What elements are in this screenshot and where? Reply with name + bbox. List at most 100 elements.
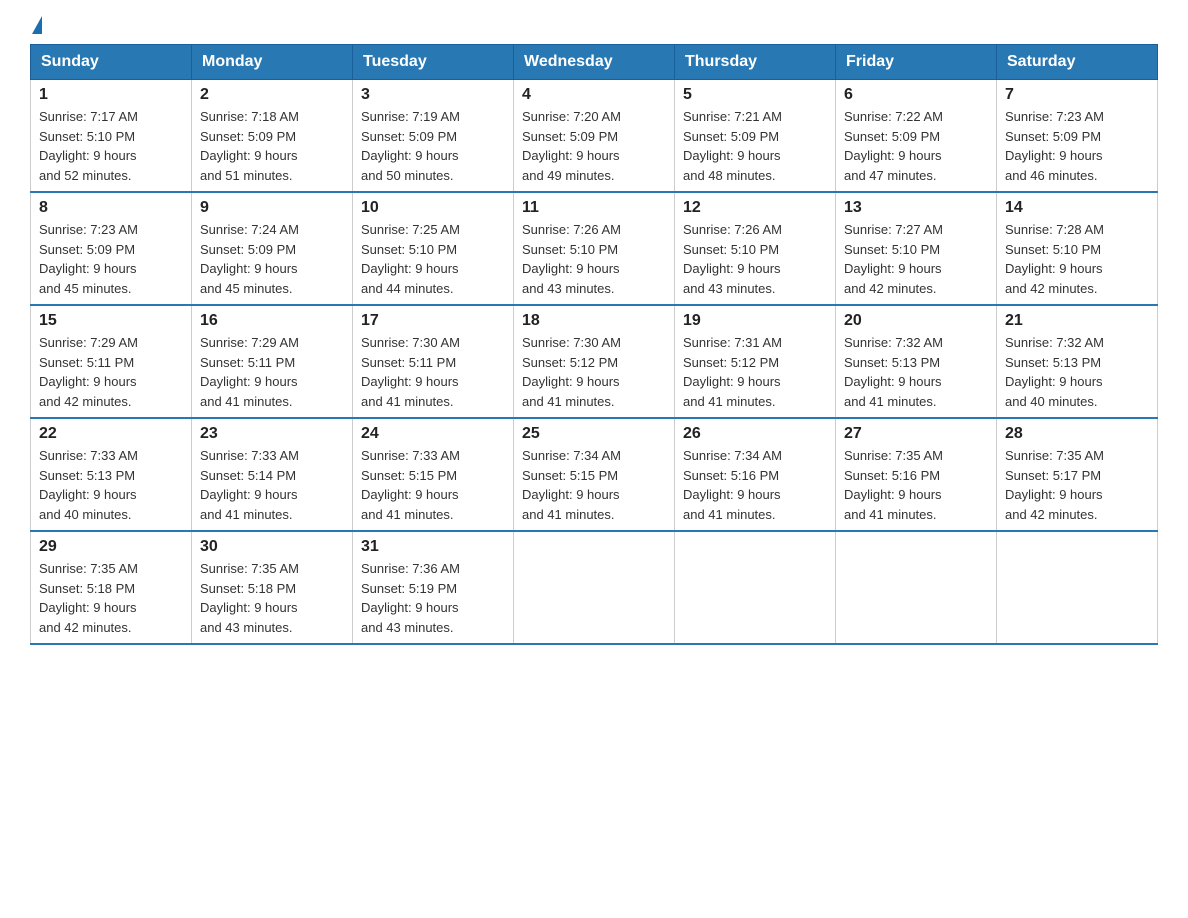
calendar-header-row: SundayMondayTuesdayWednesdayThursdayFrid…: [31, 45, 1158, 80]
calendar-cell: 2 Sunrise: 7:18 AM Sunset: 5:09 PM Dayli…: [192, 80, 353, 193]
calendar-week-row: 22 Sunrise: 7:33 AM Sunset: 5:13 PM Dayl…: [31, 418, 1158, 531]
day-number: 23: [200, 425, 344, 443]
day-info: Sunrise: 7:19 AM Sunset: 5:09 PM Dayligh…: [361, 107, 505, 185]
day-number: 6: [844, 86, 988, 104]
day-info: Sunrise: 7:21 AM Sunset: 5:09 PM Dayligh…: [683, 107, 827, 185]
day-number: 22: [39, 425, 183, 443]
day-number: 25: [522, 425, 666, 443]
day-info: Sunrise: 7:27 AM Sunset: 5:10 PM Dayligh…: [844, 220, 988, 298]
calendar-cell: 5 Sunrise: 7:21 AM Sunset: 5:09 PM Dayli…: [675, 80, 836, 193]
day-number: 17: [361, 312, 505, 330]
page-header: [30, 20, 1158, 34]
day-info: Sunrise: 7:32 AM Sunset: 5:13 PM Dayligh…: [844, 333, 988, 411]
calendar-week-row: 8 Sunrise: 7:23 AM Sunset: 5:09 PM Dayli…: [31, 192, 1158, 305]
day-number: 19: [683, 312, 827, 330]
day-info: Sunrise: 7:35 AM Sunset: 5:16 PM Dayligh…: [844, 446, 988, 524]
day-info: Sunrise: 7:34 AM Sunset: 5:15 PM Dayligh…: [522, 446, 666, 524]
calendar-cell: 7 Sunrise: 7:23 AM Sunset: 5:09 PM Dayli…: [997, 80, 1158, 193]
day-number: 20: [844, 312, 988, 330]
day-number: 3: [361, 86, 505, 104]
day-info: Sunrise: 7:35 AM Sunset: 5:18 PM Dayligh…: [39, 559, 183, 637]
calendar-cell: 15 Sunrise: 7:29 AM Sunset: 5:11 PM Dayl…: [31, 305, 192, 418]
calendar-cell: 3 Sunrise: 7:19 AM Sunset: 5:09 PM Dayli…: [353, 80, 514, 193]
day-info: Sunrise: 7:23 AM Sunset: 5:09 PM Dayligh…: [39, 220, 183, 298]
calendar-header-monday: Monday: [192, 45, 353, 80]
calendar-cell: 11 Sunrise: 7:26 AM Sunset: 5:10 PM Dayl…: [514, 192, 675, 305]
calendar-week-row: 15 Sunrise: 7:29 AM Sunset: 5:11 PM Dayl…: [31, 305, 1158, 418]
day-number: 12: [683, 199, 827, 217]
day-info: Sunrise: 7:26 AM Sunset: 5:10 PM Dayligh…: [683, 220, 827, 298]
day-number: 27: [844, 425, 988, 443]
calendar-cell: 31 Sunrise: 7:36 AM Sunset: 5:19 PM Dayl…: [353, 531, 514, 644]
day-info: Sunrise: 7:33 AM Sunset: 5:13 PM Dayligh…: [39, 446, 183, 524]
day-info: Sunrise: 7:24 AM Sunset: 5:09 PM Dayligh…: [200, 220, 344, 298]
day-info: Sunrise: 7:29 AM Sunset: 5:11 PM Dayligh…: [200, 333, 344, 411]
day-number: 21: [1005, 312, 1149, 330]
day-info: Sunrise: 7:17 AM Sunset: 5:10 PM Dayligh…: [39, 107, 183, 185]
day-number: 7: [1005, 86, 1149, 104]
calendar-cell: 25 Sunrise: 7:34 AM Sunset: 5:15 PM Dayl…: [514, 418, 675, 531]
calendar-cell: 22 Sunrise: 7:33 AM Sunset: 5:13 PM Dayl…: [31, 418, 192, 531]
logo: [30, 20, 42, 34]
calendar-header-saturday: Saturday: [997, 45, 1158, 80]
day-info: Sunrise: 7:31 AM Sunset: 5:12 PM Dayligh…: [683, 333, 827, 411]
calendar-cell: 16 Sunrise: 7:29 AM Sunset: 5:11 PM Dayl…: [192, 305, 353, 418]
calendar-cell: 17 Sunrise: 7:30 AM Sunset: 5:11 PM Dayl…: [353, 305, 514, 418]
calendar-cell: 9 Sunrise: 7:24 AM Sunset: 5:09 PM Dayli…: [192, 192, 353, 305]
day-info: Sunrise: 7:28 AM Sunset: 5:10 PM Dayligh…: [1005, 220, 1149, 298]
calendar-week-row: 1 Sunrise: 7:17 AM Sunset: 5:10 PM Dayli…: [31, 80, 1158, 193]
day-number: 13: [844, 199, 988, 217]
calendar-cell: 20 Sunrise: 7:32 AM Sunset: 5:13 PM Dayl…: [836, 305, 997, 418]
day-number: 28: [1005, 425, 1149, 443]
day-info: Sunrise: 7:33 AM Sunset: 5:15 PM Dayligh…: [361, 446, 505, 524]
day-number: 1: [39, 86, 183, 104]
day-info: Sunrise: 7:35 AM Sunset: 5:17 PM Dayligh…: [1005, 446, 1149, 524]
calendar-cell: 23 Sunrise: 7:33 AM Sunset: 5:14 PM Dayl…: [192, 418, 353, 531]
calendar-cell: [997, 531, 1158, 644]
calendar-cell: [675, 531, 836, 644]
day-info: Sunrise: 7:23 AM Sunset: 5:09 PM Dayligh…: [1005, 107, 1149, 185]
day-info: Sunrise: 7:33 AM Sunset: 5:14 PM Dayligh…: [200, 446, 344, 524]
calendar-cell: 18 Sunrise: 7:30 AM Sunset: 5:12 PM Dayl…: [514, 305, 675, 418]
day-info: Sunrise: 7:30 AM Sunset: 5:11 PM Dayligh…: [361, 333, 505, 411]
calendar-cell: 28 Sunrise: 7:35 AM Sunset: 5:17 PM Dayl…: [997, 418, 1158, 531]
calendar-cell: 21 Sunrise: 7:32 AM Sunset: 5:13 PM Dayl…: [997, 305, 1158, 418]
calendar-cell: [514, 531, 675, 644]
calendar-cell: 19 Sunrise: 7:31 AM Sunset: 5:12 PM Dayl…: [675, 305, 836, 418]
calendar-week-row: 29 Sunrise: 7:35 AM Sunset: 5:18 PM Dayl…: [31, 531, 1158, 644]
calendar-cell: 27 Sunrise: 7:35 AM Sunset: 5:16 PM Dayl…: [836, 418, 997, 531]
day-number: 24: [361, 425, 505, 443]
day-info: Sunrise: 7:18 AM Sunset: 5:09 PM Dayligh…: [200, 107, 344, 185]
day-number: 10: [361, 199, 505, 217]
day-number: 16: [200, 312, 344, 330]
calendar-cell: 8 Sunrise: 7:23 AM Sunset: 5:09 PM Dayli…: [31, 192, 192, 305]
calendar-cell: 13 Sunrise: 7:27 AM Sunset: 5:10 PM Dayl…: [836, 192, 997, 305]
day-number: 5: [683, 86, 827, 104]
calendar-cell: 12 Sunrise: 7:26 AM Sunset: 5:10 PM Dayl…: [675, 192, 836, 305]
day-number: 18: [522, 312, 666, 330]
calendar-cell: 26 Sunrise: 7:34 AM Sunset: 5:16 PM Dayl…: [675, 418, 836, 531]
logo-triangle-icon: [32, 16, 42, 34]
day-info: Sunrise: 7:22 AM Sunset: 5:09 PM Dayligh…: [844, 107, 988, 185]
day-number: 26: [683, 425, 827, 443]
day-info: Sunrise: 7:29 AM Sunset: 5:11 PM Dayligh…: [39, 333, 183, 411]
calendar-cell: 10 Sunrise: 7:25 AM Sunset: 5:10 PM Dayl…: [353, 192, 514, 305]
day-info: Sunrise: 7:34 AM Sunset: 5:16 PM Dayligh…: [683, 446, 827, 524]
calendar-cell: 29 Sunrise: 7:35 AM Sunset: 5:18 PM Dayl…: [31, 531, 192, 644]
day-number: 9: [200, 199, 344, 217]
day-info: Sunrise: 7:26 AM Sunset: 5:10 PM Dayligh…: [522, 220, 666, 298]
day-number: 15: [39, 312, 183, 330]
calendar-cell: 4 Sunrise: 7:20 AM Sunset: 5:09 PM Dayli…: [514, 80, 675, 193]
day-number: 14: [1005, 199, 1149, 217]
day-info: Sunrise: 7:30 AM Sunset: 5:12 PM Dayligh…: [522, 333, 666, 411]
day-info: Sunrise: 7:36 AM Sunset: 5:19 PM Dayligh…: [361, 559, 505, 637]
calendar-cell: 1 Sunrise: 7:17 AM Sunset: 5:10 PM Dayli…: [31, 80, 192, 193]
day-number: 30: [200, 538, 344, 556]
day-info: Sunrise: 7:25 AM Sunset: 5:10 PM Dayligh…: [361, 220, 505, 298]
calendar-header-sunday: Sunday: [31, 45, 192, 80]
calendar-cell: 14 Sunrise: 7:28 AM Sunset: 5:10 PM Dayl…: [997, 192, 1158, 305]
day-number: 2: [200, 86, 344, 104]
day-number: 4: [522, 86, 666, 104]
calendar-cell: 24 Sunrise: 7:33 AM Sunset: 5:15 PM Dayl…: [353, 418, 514, 531]
calendar-header-wednesday: Wednesday: [514, 45, 675, 80]
